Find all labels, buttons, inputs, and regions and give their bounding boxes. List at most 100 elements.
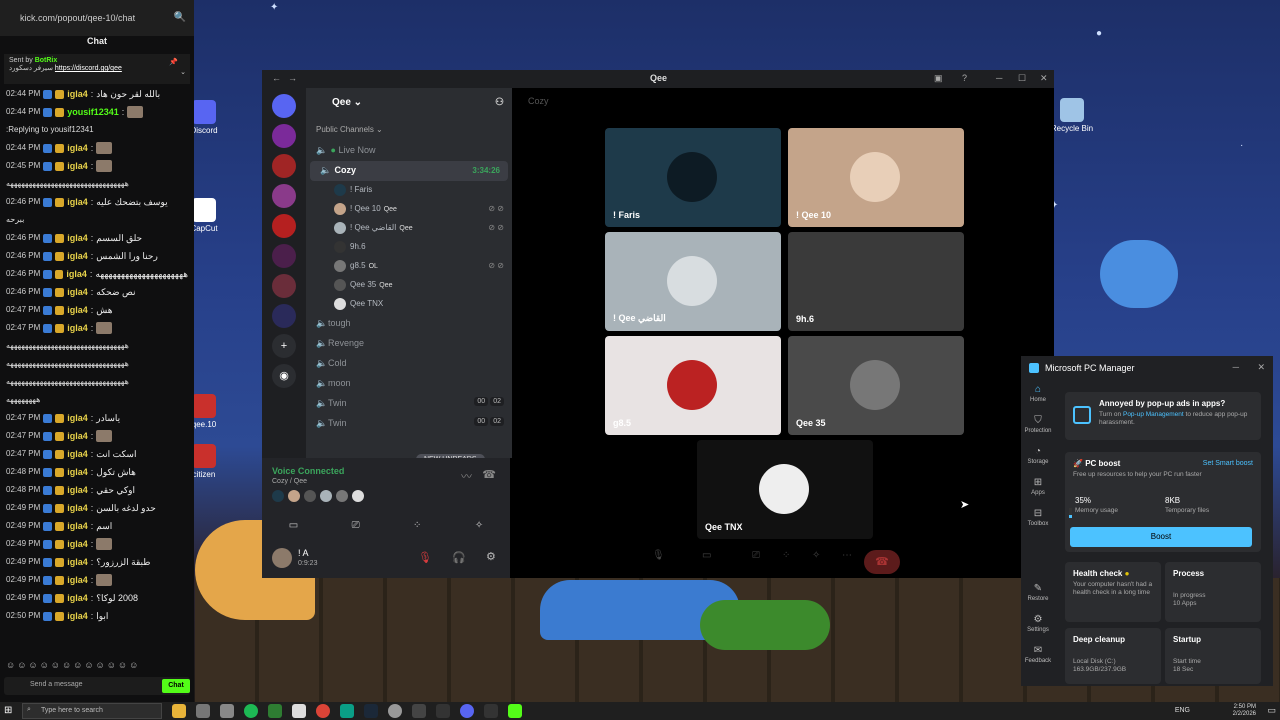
taskbar-app-icon[interactable]: [268, 704, 282, 718]
more-icon[interactable]: ⋯: [842, 550, 852, 561]
chat-message[interactable]: 02:44 PM igla4: بالله لقر حون هاد: [6, 88, 188, 100]
message-username[interactable]: igla4: [67, 232, 88, 244]
server-icon[interactable]: [272, 184, 296, 208]
health-check-card[interactable]: Health check ● Your computer hasn't had …: [1065, 562, 1161, 622]
address-bar[interactable]: kick.com/popout/qee-10/chat 🔍: [0, 0, 194, 36]
message-username[interactable]: igla4: [67, 448, 88, 460]
avatar[interactable]: [272, 548, 292, 568]
participant-tile[interactable]: 9h.6: [788, 232, 964, 331]
chat-message[interactable]: 02:47 PM igla4: هش: [6, 304, 188, 316]
chat-message[interactable]: 02:49 PM igla4:: [6, 574, 188, 586]
url-text[interactable]: kick.com/popout/qee-10/chat: [20, 13, 135, 23]
taskbar-app-icon[interactable]: [484, 704, 498, 718]
back-arrow-icon[interactable]: ←: [272, 73, 281, 83]
message-username[interactable]: igla4: [67, 250, 88, 262]
avatar[interactable]: [320, 490, 332, 502]
server-icon[interactable]: [272, 214, 296, 238]
server-icon[interactable]: [272, 244, 296, 268]
chat-message[interactable]: ههههههههه: [6, 394, 188, 406]
windows-start-icon[interactable]: ⊞: [4, 705, 12, 716]
message-username[interactable]: igla4: [67, 466, 88, 478]
nav-apps[interactable]: ⊞ Apps: [1021, 477, 1055, 508]
activities-icon[interactable]: ⁘: [413, 520, 421, 531]
message-username[interactable]: igla4: [67, 160, 88, 172]
discord-home-icon[interactable]: [272, 94, 296, 118]
voice-user[interactable]: Qee TNX: [306, 295, 512, 314]
participant-tile[interactable]: ! Qee 10: [788, 128, 964, 227]
chat-message[interactable]: 02:44 PM igla4:: [6, 142, 188, 154]
message-username[interactable]: igla4: [67, 520, 88, 532]
startup-card[interactable]: Startup Start time 18 Sec: [1165, 628, 1261, 684]
chat-message[interactable]: 02:46 PM igla4: رحنا ورا الشمس: [6, 250, 188, 262]
channel-item[interactable]: 🔈Twin 00 02: [306, 394, 512, 414]
avatar[interactable]: [272, 490, 284, 502]
message-username[interactable]: igla4: [67, 430, 88, 442]
voice-user[interactable]: g8.5 OL ⊘ ⊘: [306, 257, 512, 276]
nav-restore[interactable]: ✎ Restore: [1021, 583, 1055, 614]
nav-toolbox[interactable]: ⊟ Toolbox: [1021, 508, 1055, 539]
close-icon[interactable]: ✕: [1040, 73, 1048, 84]
pin-icon[interactable]: 📌: [169, 58, 178, 66]
chat-message[interactable]: 02:45 PM igla4:: [6, 160, 188, 172]
chat-message[interactable]: 02:47 PM igla4:: [6, 322, 188, 334]
voice-user[interactable]: ! Faris: [306, 181, 512, 200]
chat-message[interactable]: 02:49 PM igla4: اسم: [6, 520, 188, 532]
forward-arrow-icon[interactable]: →: [288, 73, 297, 83]
chat-message[interactable]: ههههههههههههههههههههههههههههههههه: [6, 340, 188, 352]
chat-message[interactable]: 02:49 PM igla4: طبقة الزرزور؟: [6, 556, 188, 568]
chat-message[interactable]: 02:49 PM igla4:: [6, 538, 188, 550]
soundboard-icon[interactable]: ✧: [812, 550, 820, 561]
server-icon[interactable]: [272, 304, 296, 328]
chrome-icon[interactable]: [316, 704, 330, 718]
camera-off-icon[interactable]: ▭: [289, 520, 298, 531]
nav-protection[interactable]: ⛉ Protection: [1021, 415, 1055, 446]
channel-item[interactable]: 🔈Twin 00 02: [306, 414, 512, 434]
steam-icon[interactable]: [364, 704, 378, 718]
add-server-icon[interactable]: +: [272, 334, 296, 358]
smart-boost-link[interactable]: Set Smart boost: [1203, 460, 1253, 467]
screen-share-icon[interactable]: ⎚: [752, 550, 760, 561]
chat-message[interactable]: 02:46 PM igla4: حلق السسم: [6, 232, 188, 244]
discover-icon[interactable]: ◉: [272, 364, 296, 388]
participant-tile[interactable]: g8.5: [605, 336, 781, 435]
taskbar-app-icon[interactable]: [412, 704, 426, 718]
channel-item[interactable]: 🔈tough: [306, 314, 512, 334]
chat-message[interactable]: 02:47 PM igla4: ياسادر: [6, 412, 188, 424]
close-icon[interactable]: ✕: [1257, 362, 1265, 373]
activities-icon[interactable]: ⁘: [782, 550, 790, 561]
message-username[interactable]: igla4: [67, 556, 88, 568]
chat-message[interactable]: 02:50 PM igla4: ابوا: [6, 610, 188, 622]
participant-tile[interactable]: ! Qee القاضي: [605, 232, 781, 331]
channel-live-now[interactable]: 🔈 ● Live Now: [306, 141, 512, 161]
avatar[interactable]: [304, 490, 316, 502]
message-username[interactable]: igla4: [67, 286, 88, 298]
message-username[interactable]: igla4: [67, 592, 88, 604]
desktop-icon-recycle-bin[interactable]: Recycle Bin: [1048, 98, 1096, 133]
chat-message[interactable]: 02:49 PM igla4: حدو لدغه بالسن: [6, 502, 188, 514]
message-username[interactable]: igla4: [67, 142, 88, 154]
taskbar-app-icon[interactable]: [436, 704, 450, 718]
nav-feedback[interactable]: ✉ Feedback: [1021, 645, 1055, 676]
add-friend-icon[interactable]: ⚇: [495, 97, 504, 108]
taskbar-app-icon[interactable]: [196, 704, 210, 718]
screen-share-icon[interactable]: ⎚: [352, 520, 360, 531]
emote-row[interactable]: ☺☺☺☺☺☺☺☺☺☺☺☺: [6, 660, 140, 670]
soundboard-icon[interactable]: ✧: [475, 520, 483, 531]
camera-icon[interactable]: ▭: [702, 550, 711, 561]
chat-message[interactable]: 02:48 PM igla4: اوكي حقي: [6, 484, 188, 496]
voice-user[interactable]: 9h.6: [306, 238, 512, 257]
taskbar-app-icon[interactable]: [388, 704, 402, 718]
voice-user[interactable]: Qee 35 Qee: [306, 276, 512, 295]
taskbar-search[interactable]: ⌕ Type here to search: [22, 703, 162, 719]
end-call-button[interactable]: ☎: [864, 550, 900, 574]
mic-icon[interactable]: 🎙: [652, 550, 665, 561]
message-username[interactable]: igla4: [67, 610, 88, 622]
voice-user[interactable]: ! Qee 10 Qee ⊘ ⊘: [306, 200, 512, 219]
message-username[interactable]: yousif12341: [67, 106, 119, 118]
noise-suppression-icon[interactable]: 〰: [461, 468, 472, 484]
server-header[interactable]: Qee ⌄ ⚇: [306, 88, 512, 118]
avatar[interactable]: [352, 490, 364, 502]
boost-button[interactable]: Boost: [1070, 527, 1252, 547]
nav-home[interactable]: ⌂ Home: [1021, 384, 1055, 415]
chat-message[interactable]: 02:44 PM yousif12341:: [6, 106, 188, 118]
